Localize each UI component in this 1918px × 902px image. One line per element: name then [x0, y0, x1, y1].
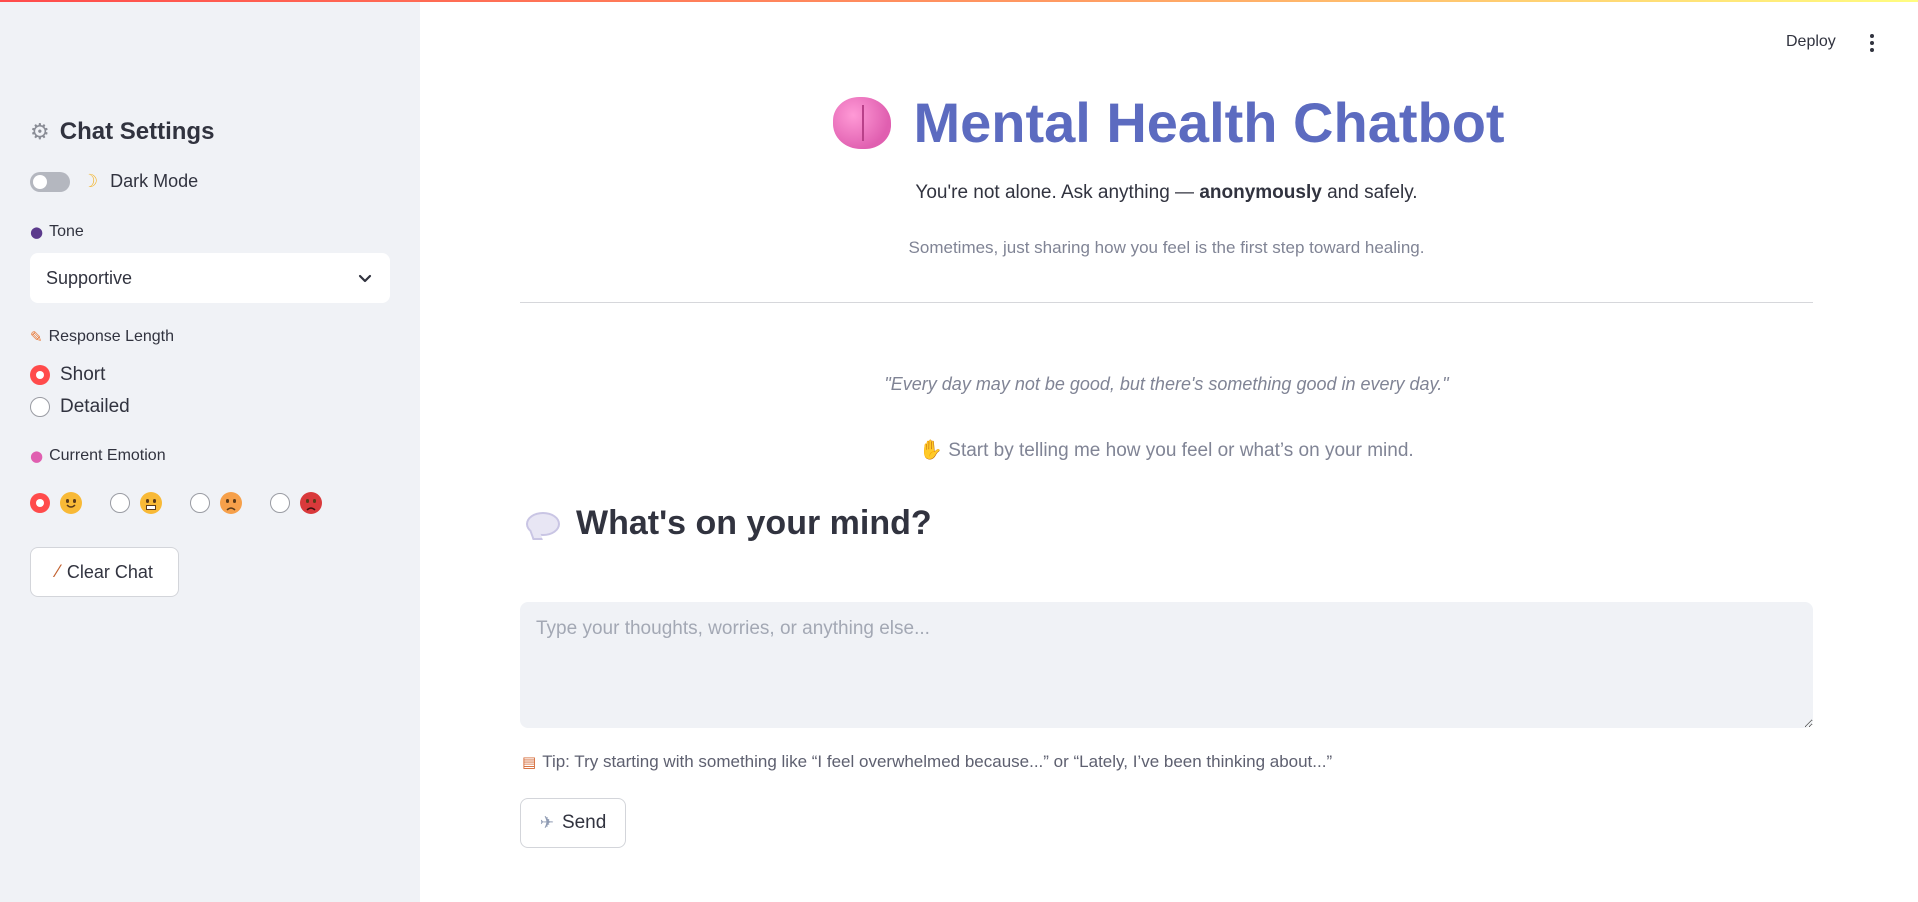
chevron-down-icon [358, 274, 372, 283]
start-prompt: ✋ Start by telling me how you feel or wh… [520, 438, 1813, 462]
start-prompt-text: Start by telling me how you feel or what… [948, 440, 1414, 461]
divider [520, 302, 1813, 303]
top-decoration-bar [0, 0, 1918, 2]
radio-indicator-short[interactable] [30, 365, 50, 385]
emotion-label-text: Current Emotion [49, 447, 166, 464]
tip-text: ▤ Tip: Try starting with something like … [522, 752, 1332, 772]
tone-label: ● Tone [30, 223, 84, 241]
section-heading: What's on your mind? [526, 504, 932, 543]
page-title-text: Mental Health Chatbot [913, 91, 1505, 154]
page-title: Mental Health Chatbot [0, 90, 1918, 155]
deploy-button[interactable]: Deploy [1786, 33, 1836, 51]
emotion-option-happy[interactable] [30, 492, 82, 514]
crescent-moon-icon: ☽ [82, 171, 99, 192]
tip-text-content: Tip: Try starting with something like “I… [542, 752, 1333, 771]
send-button[interactable]: ✈ Send [520, 798, 626, 848]
emotion-option-grimacing[interactable] [110, 492, 162, 514]
response-length-label: ✎ Response Length [30, 328, 174, 346]
page-subtitle: You're not alone. Ask anything — anonymo… [520, 182, 1813, 204]
radio-indicator-angry[interactable] [270, 493, 290, 513]
emotion-radio-group [30, 492, 350, 514]
dove-icon: ✈ [539, 813, 554, 833]
radio-indicator-detailed[interactable] [30, 397, 50, 417]
brain-icon: ● [30, 447, 44, 465]
angry-face-icon [300, 492, 322, 514]
emotion-option-angry[interactable] [270, 492, 322, 514]
clear-chat-label: Clear Chat [66, 561, 153, 582]
section-heading-text: What's on your mind? [576, 504, 932, 542]
dark-mode-toggle-row[interactable]: ☽ Dark Mode [30, 171, 198, 192]
subtitle-suffix: and safely. [1321, 182, 1418, 203]
radio-indicator-flushed[interactable] [190, 493, 210, 513]
subtitle-prefix: You're not alone. Ask anything — [915, 182, 1200, 203]
emotion-label: ● Current Emotion [30, 447, 166, 465]
radio-indicator-happy[interactable] [30, 493, 50, 513]
thoughts-input[interactable] [520, 602, 1813, 728]
send-button-label: Send [561, 812, 607, 833]
tone-selected-value: Supportive [46, 267, 133, 288]
radio-short[interactable]: Short [30, 364, 105, 386]
tagline: Sometimes, just sharing how you feel is … [908, 238, 1425, 257]
tone-select[interactable]: Supportive [30, 253, 390, 303]
grimacing-face-icon [140, 492, 162, 514]
waving-hand-icon: ✋ [919, 439, 943, 461]
tone-label-text: Tone [49, 223, 84, 240]
speaking-head-icon: ● [30, 223, 44, 241]
radio-label-detailed: Detailed [60, 396, 130, 417]
quote: "Every day may not be good, but there's … [884, 374, 1449, 394]
radio-label-short: Short [60, 364, 106, 385]
pencil-icon: ✎ [30, 328, 43, 346]
emotion-option-flushed[interactable] [190, 492, 242, 514]
smiling-face-icon [60, 492, 82, 514]
flushed-face-icon [220, 492, 242, 514]
speech-bubble-icon [526, 511, 560, 536]
brain-icon [833, 96, 892, 149]
radio-detailed[interactable]: Detailed [30, 396, 130, 418]
clear-chat-button[interactable]: ⁄ Clear Chat [30, 547, 179, 597]
dark-mode-toggle[interactable] [30, 171, 70, 192]
response-length-label-text: Response Length [48, 328, 175, 345]
dark-mode-label: Dark Mode [110, 171, 199, 191]
subtitle-bold: anonymously [1199, 182, 1322, 203]
broom-icon: ⁄ [56, 562, 59, 582]
radio-indicator-grimacing[interactable] [110, 493, 130, 513]
memo-icon: ▤ [522, 753, 537, 771]
main-menu-icon[interactable] [1864, 32, 1880, 54]
